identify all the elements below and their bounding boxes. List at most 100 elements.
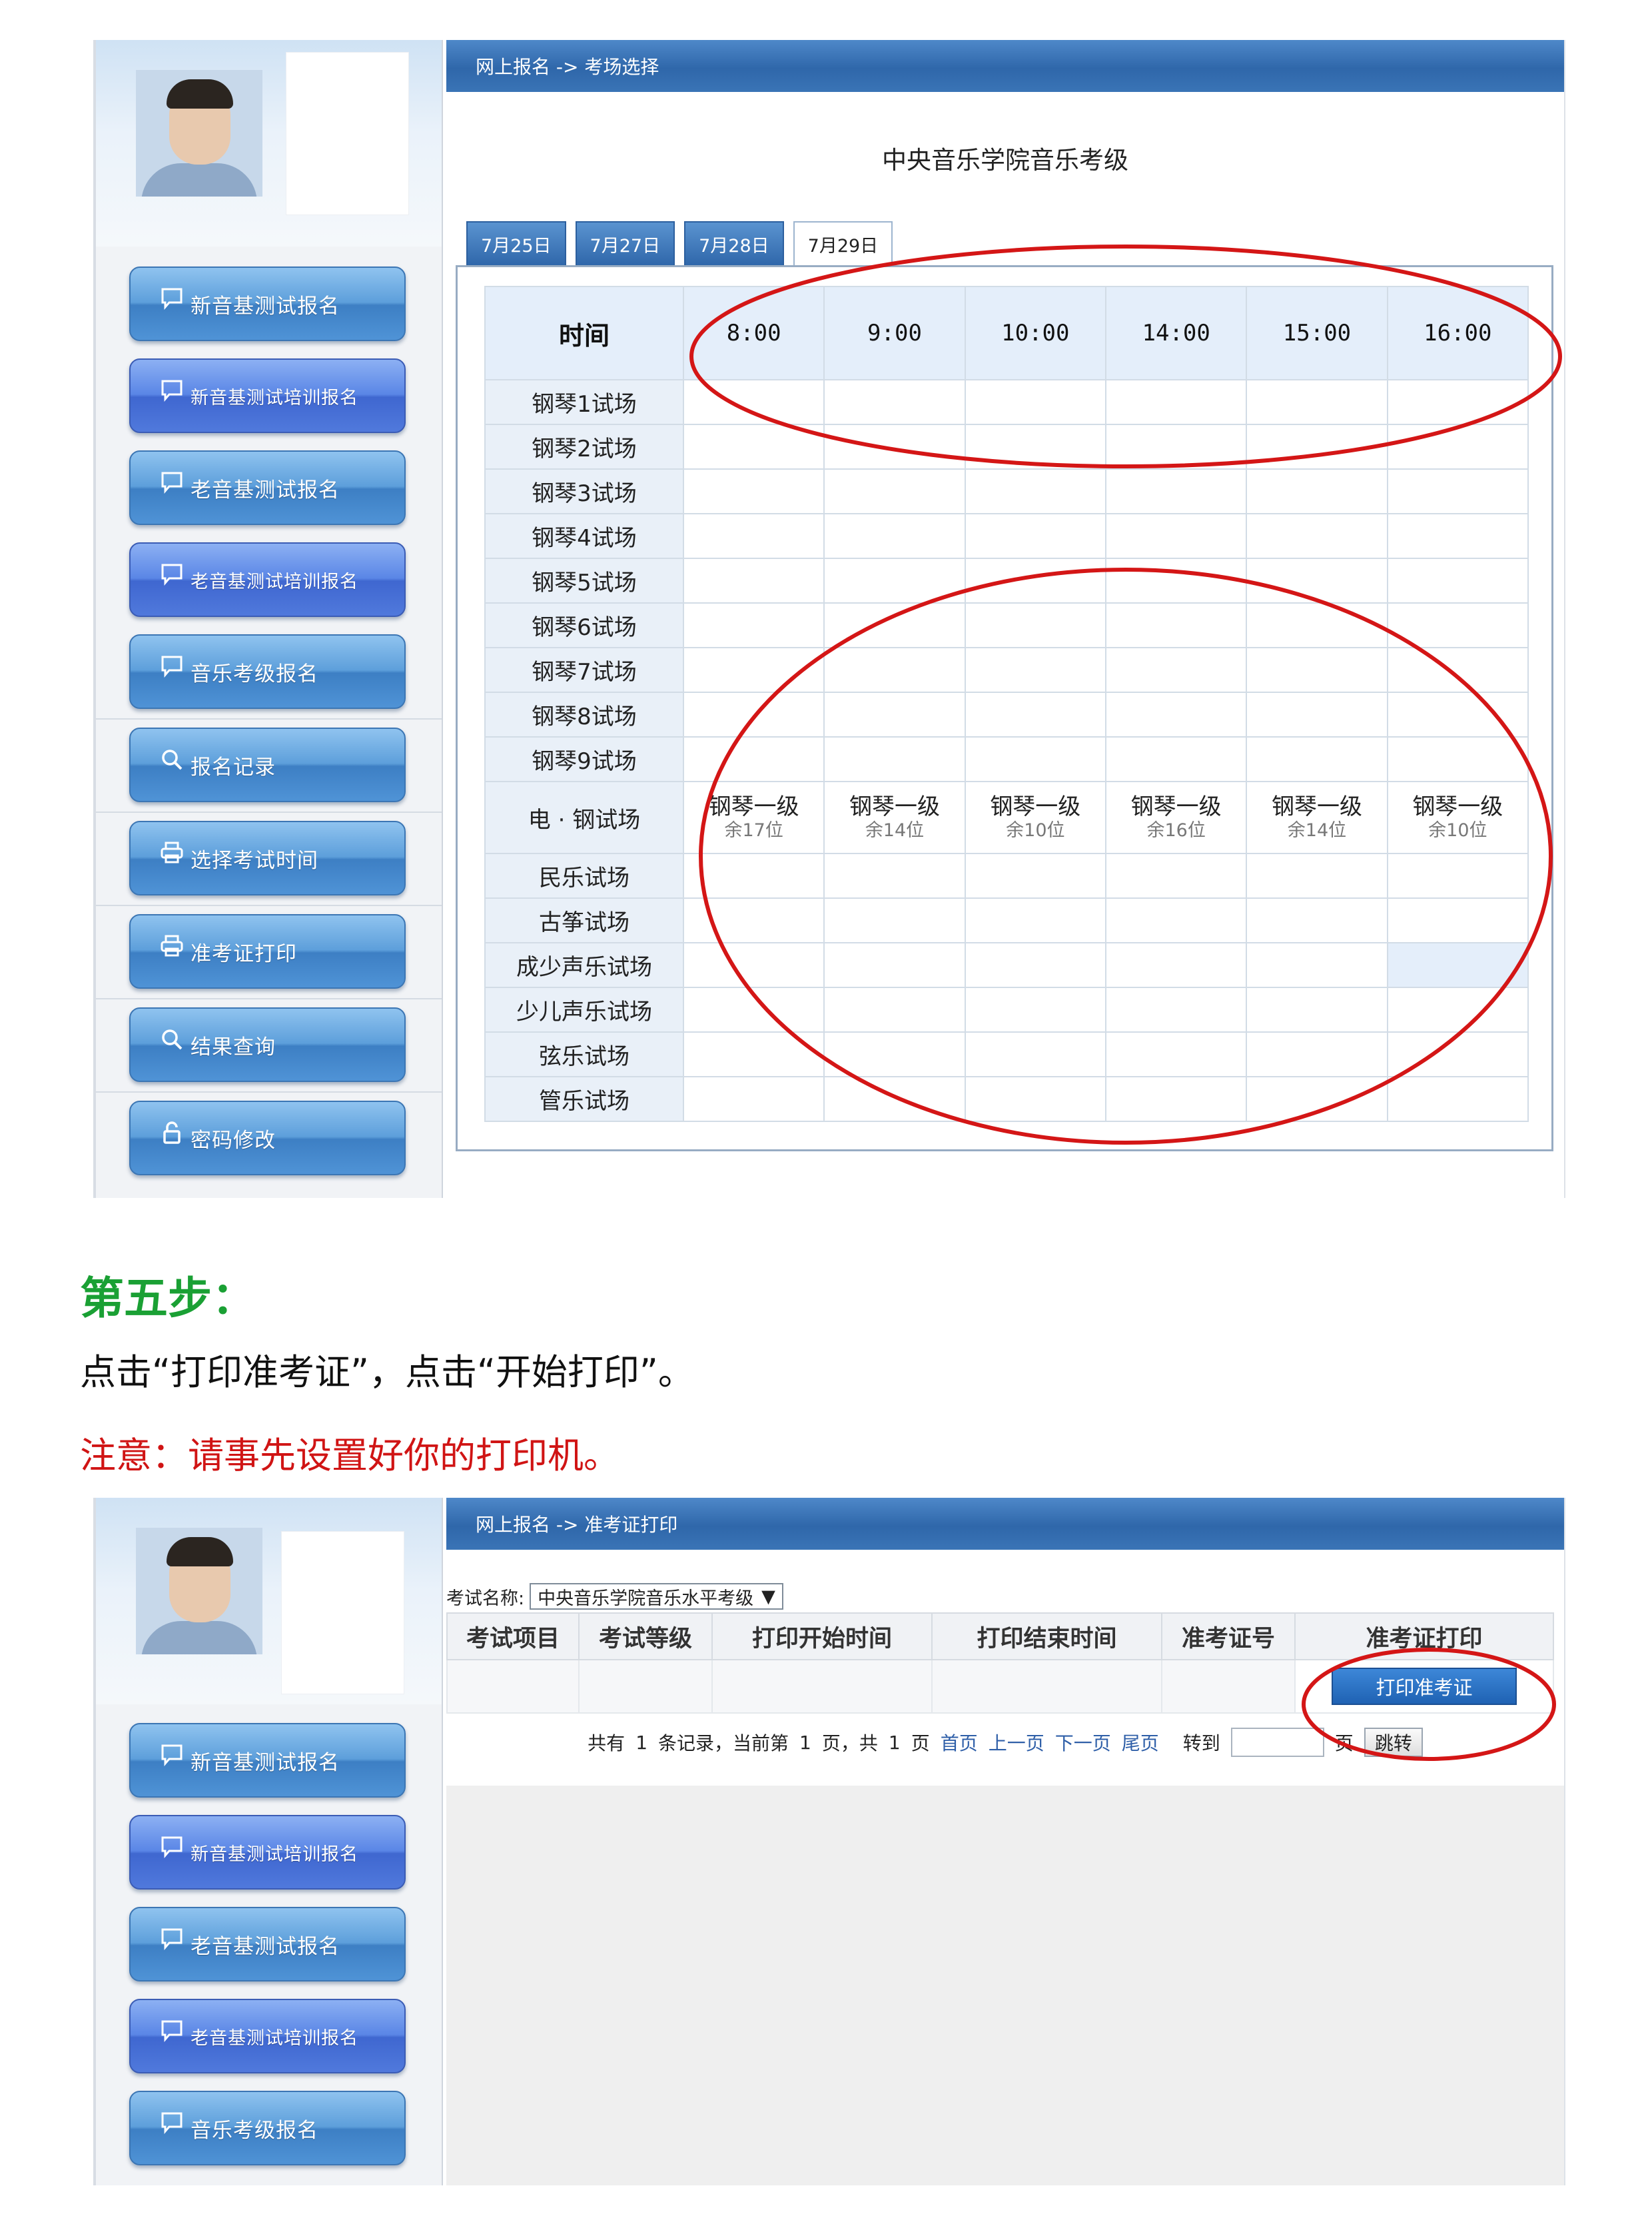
- table-row: 钢琴1试场: [484, 379, 1529, 425]
- exam-slot[interactable]: 钢琴一级 余14位: [1246, 781, 1388, 854]
- sidebar: 新音基测试报名 新音基测试培训报名 老音基测试报名 老音基测试培训报名 音乐考级…: [93, 1498, 443, 2185]
- exam-slot[interactable]: 钢琴一级 余14位: [823, 781, 966, 854]
- exam-slot[interactable]: 钢琴一级 余10位: [1386, 781, 1529, 854]
- room-label: 少儿声乐试场: [484, 987, 684, 1033]
- room-label: 钢琴5试场: [484, 558, 684, 604]
- room-label: 钢琴7试场: [484, 647, 684, 693]
- sidebar-item-label: 老音基测试培训报名: [191, 2027, 358, 2049]
- screenshot-exam-room-selection: 新音基测试报名 新音基测试培训报名 老音基测试报名 老音基测试培训报名 音乐考级…: [93, 40, 1565, 1198]
- sidebar-item-label: 准考证打印: [191, 941, 297, 966]
- step-heading: 第五步：: [80, 1273, 256, 1324]
- sidebar-item-new-basic-test-signup[interactable]: 新音基测试报名: [129, 267, 406, 341]
- prev-page-link[interactable]: 上一页: [989, 1729, 1044, 1756]
- sidebar-item-old-basic-training-signup[interactable]: 老音基测试培训报名: [129, 542, 406, 617]
- table-row: 钢琴3试场: [484, 468, 1529, 514]
- sidebar-item-music-grade-signup[interactable]: 音乐考级报名: [129, 634, 406, 709]
- time-header: 时间: [484, 286, 684, 380]
- breadcrumb: 网上报名 -> 考场选择: [446, 40, 1564, 92]
- room-label: 钢琴2试场: [484, 424, 684, 470]
- sidebar-item-old-basic-test-signup[interactable]: 老音基测试报名: [129, 1907, 406, 1981]
- room-label: 成少声乐试场: [484, 942, 684, 988]
- table-row: 钢琴7试场: [484, 647, 1529, 693]
- column-header: 准考证打印: [1294, 1612, 1554, 1660]
- avatar: [136, 70, 262, 197]
- room-label: 民乐试场: [484, 853, 684, 899]
- sidebar-item-label: 新音基测试培训报名: [191, 1844, 358, 1865]
- tab-jul-27[interactable]: 7月27日: [575, 221, 675, 265]
- main-panel: 网上报名 -> 准考证打印 考试名称: 中央音乐学院音乐水平考级 ▼ 考试项目 …: [446, 1498, 1565, 2185]
- sidebar-item-label: 新音基测试报名: [191, 294, 340, 318]
- profile-area: [96, 1498, 442, 1704]
- room-label: 弦乐试场: [484, 1031, 684, 1077]
- column-header: 考试等级: [578, 1612, 713, 1660]
- tab-jul-29[interactable]: 7月29日: [793, 221, 893, 265]
- chat-bubble-icon: [161, 2112, 183, 2135]
- exam-name-select[interactable]: 中央音乐学院音乐水平考级 ▼: [530, 1583, 783, 1610]
- sidebar-item-result-query[interactable]: 结果查询: [129, 1007, 406, 1082]
- sidebar-item-new-basic-test-signup[interactable]: 新音基测试报名: [129, 1723, 406, 1798]
- chat-bubble-icon: [161, 1928, 183, 1951]
- pager-text: 页: [911, 1732, 930, 1754]
- exam-slot[interactable]: 钢琴一级 余16位: [1104, 781, 1248, 854]
- sidebar-item-label: 新音基测试报名: [191, 1750, 340, 1775]
- sidebar-item-new-basic-training-signup[interactable]: 新音基测试培训报名: [129, 358, 406, 433]
- room-label: 管乐试场: [484, 1076, 684, 1122]
- sidebar-item-old-basic-test-signup[interactable]: 老音基测试报名: [129, 450, 406, 525]
- chat-bubble-icon: [161, 656, 183, 678]
- printer-icon: [161, 935, 183, 957]
- first-page-link[interactable]: 首页: [941, 1729, 978, 1756]
- main-panel: 网上报名 -> 考场选择 中央音乐学院音乐考级 7月25日 7月27日 7月28…: [446, 40, 1565, 1198]
- column-header: 准考证号: [1161, 1612, 1296, 1660]
- next-page-link[interactable]: 下一页: [1055, 1729, 1111, 1756]
- sidebar-item-label: 音乐考级报名: [191, 2118, 318, 2143]
- sidebar: 新音基测试报名 新音基测试培训报名 老音基测试报名 老音基测试培训报名 音乐考级…: [93, 40, 443, 1198]
- table-row: 钢琴2试场: [484, 424, 1529, 470]
- room-label: 钢琴4试场: [484, 513, 684, 559]
- column-header: 考试项目: [446, 1612, 580, 1660]
- time-slot-header: 16:00: [1386, 286, 1529, 380]
- sidebar-item-new-basic-training-signup[interactable]: 新音基测试培训报名: [129, 1815, 406, 1890]
- table-row: 成少声乐试场: [484, 942, 1529, 988]
- time-slot-header: 10:00: [964, 286, 1106, 380]
- sidebar-item-music-grade-signup[interactable]: 音乐考级报名: [129, 2091, 406, 2165]
- column-header: 打印开始时间: [711, 1612, 933, 1660]
- sidebar-item-password-change[interactable]: 密码修改: [129, 1101, 406, 1175]
- chat-bubble-icon: [161, 1836, 183, 1859]
- chat-bubble-icon: [161, 564, 183, 586]
- tab-jul-28[interactable]: 7月28日: [684, 221, 784, 265]
- sidebar-item-label: 新音基测试培训报名: [191, 387, 358, 408]
- table-row: 民乐试场: [484, 853, 1529, 899]
- room-label: 钢琴6试场: [484, 602, 684, 648]
- goto-label: 转到: [1182, 1732, 1220, 1754]
- exam-slot[interactable]: 钢琴一级 余10位: [964, 781, 1106, 854]
- table-row: 钢琴4试场: [484, 513, 1529, 559]
- schedule-table: 时间 8:00 9:00 10:00 14:00 15:00 16:00 钢琴1…: [484, 286, 1529, 1122]
- sidebar-item-old-basic-training-signup[interactable]: 老音基测试培训报名: [129, 1999, 406, 2073]
- date-tabs: 7月25日 7月27日 7月28日 7月29日: [466, 221, 893, 265]
- jump-button[interactable]: 跳转: [1364, 1728, 1423, 1757]
- time-slot-header: 9:00: [823, 286, 966, 380]
- exam-slot[interactable]: 钢琴一级 余17位: [682, 781, 825, 854]
- chat-bubble-icon: [161, 2020, 183, 2043]
- pager-total: 1: [635, 1731, 648, 1754]
- goto-page-input[interactable]: [1230, 1728, 1324, 1757]
- time-slot-header: 8:00: [682, 286, 825, 380]
- lock-icon: [163, 1121, 181, 1144]
- tab-jul-25[interactable]: 7月25日: [466, 221, 566, 265]
- sidebar-item-admission-ticket-print[interactable]: 准考证打印: [129, 914, 406, 989]
- screenshot-admission-ticket-print: 新音基测试报名 新音基测试培训报名 老音基测试报名 老音基测试培训报名 音乐考级…: [93, 1498, 1565, 2185]
- print-ticket-button[interactable]: 打印准考证: [1332, 1668, 1517, 1705]
- column-header: 打印结束时间: [931, 1612, 1162, 1660]
- room-label: 钢琴1试场: [484, 379, 684, 425]
- sidebar-item-select-exam-time[interactable]: 选择考试时间: [129, 821, 406, 895]
- table-row: 弦乐试场: [484, 1031, 1529, 1077]
- sidebar-item-signup-records[interactable]: 报名记录: [129, 728, 406, 802]
- pager-text: 共有: [588, 1732, 625, 1754]
- sidebar-item-label: 老音基测试报名: [191, 478, 340, 502]
- room-label: 钢琴8试场: [484, 692, 684, 738]
- step-instruction: 点击“打印准考证”，点击“开始打印”。: [80, 1351, 694, 1393]
- content-background: [446, 1786, 1564, 2185]
- sidebar-item-label: 报名记录: [191, 755, 276, 780]
- last-page-link[interactable]: 尾页: [1122, 1729, 1159, 1756]
- sidebar-item-label: 老音基测试培训报名: [191, 571, 358, 592]
